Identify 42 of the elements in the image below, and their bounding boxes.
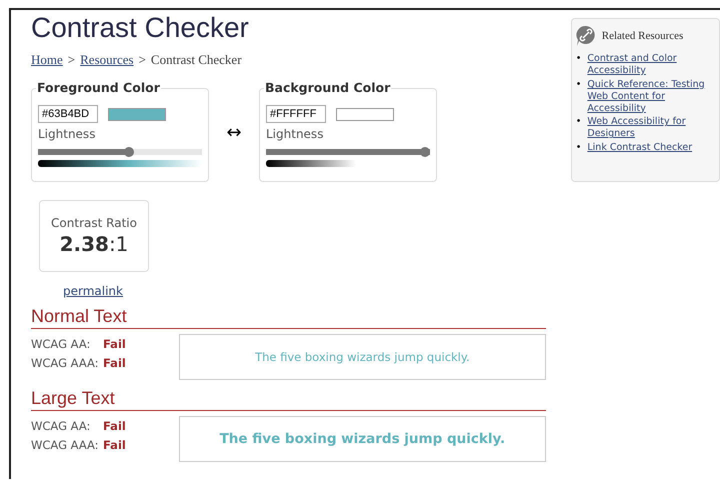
resource-link[interactable]: Web Accessibility for Designers — [587, 116, 715, 140]
page-title: Contrast Checker — [31, 12, 250, 44]
result-text: Fail — [103, 337, 127, 351]
color-swatch — [108, 108, 166, 120]
swap-icon[interactable]: ↔ — [209, 122, 259, 142]
slider-label: Lightness — [266, 127, 324, 141]
link-icon — [576, 25, 596, 47]
criterion-label: WCAG AAA: — [31, 356, 100, 370]
breadcrumb-link[interactable]: Home — [31, 52, 63, 68]
result-text: Fail — [103, 438, 127, 452]
hex-input[interactable]: #63B4BD — [38, 105, 98, 123]
panel-legend: Background Color — [264, 80, 392, 95]
breadcrumb-text: Contrast Checker — [150, 52, 242, 68]
lightness-slider[interactable] — [38, 147, 202, 157]
bullet: • — [576, 142, 582, 154]
bullet: • — [576, 116, 582, 130]
lightness-slider[interactable] — [266, 147, 430, 157]
bullet: • — [576, 53, 582, 66]
breadcrumb-link[interactable]: Resources — [80, 52, 134, 68]
color-swatch — [336, 108, 394, 120]
criterion-label: WCAG AA: — [31, 337, 92, 351]
breadcrumb-text: > — [68, 52, 76, 68]
section-heading: Normal Text — [31, 306, 546, 329]
result-text: Fail — [103, 356, 127, 370]
hex-input[interactable]: #FFFFFF — [266, 105, 326, 123]
section-heading: Large Text — [31, 388, 546, 411]
sidebar-title: Related Resources — [602, 30, 684, 42]
result-text: Fail — [103, 419, 127, 433]
resource-link[interactable]: Quick Reference: Testing Web Content for Accessibility — [587, 78, 715, 114]
resource-link[interactable]: Contrast and Color Accessibility — [587, 53, 715, 77]
ratio-value: 2.38:1 — [60, 232, 128, 256]
sample-text-box: The five boxing wizards jump quickly. — [179, 416, 546, 462]
slider-label: Lightness — [38, 127, 96, 141]
breadcrumb-text: > — [138, 52, 146, 68]
panel-legend: Foreground Color — [36, 80, 161, 95]
resource-link[interactable]: Link Contrast Checker — [587, 142, 692, 154]
bullet: • — [576, 78, 582, 92]
criterion-label: WCAG AA: — [31, 419, 92, 433]
permalink[interactable]: permalink — [63, 284, 546, 298]
ratio-label: Contrast Ratio — [51, 216, 137, 230]
sample-text-box: The five boxing wizards jump quickly. — [179, 334, 546, 380]
criterion-label: WCAG AAA: — [31, 438, 100, 452]
